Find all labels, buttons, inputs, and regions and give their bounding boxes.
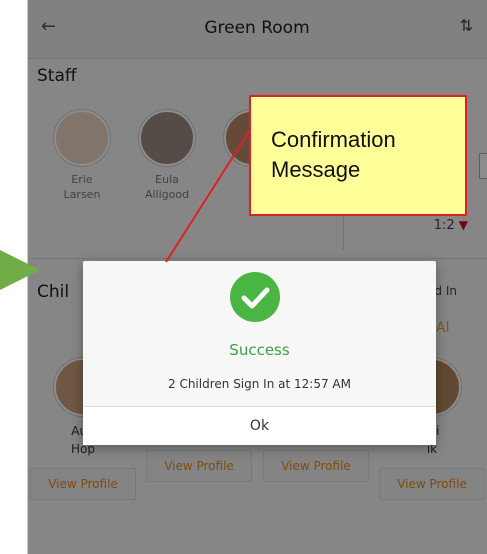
check-circle-icon [230,272,280,322]
callout-line-1: Confirmation [271,127,396,152]
app-screen: ← Green Room ⇅ Staff Erie Larsen Eula Alli… [27,0,487,554]
annotation-callout: Confirmation Message [249,95,467,216]
dialog-status: Success [229,341,290,359]
ok-button-label: Ok [249,418,270,434]
dialog-message: 2 Children Sign In at 12:57 AM [168,377,351,391]
callout-line-2: Message [271,157,361,182]
annotation-arrow [0,250,40,290]
success-dialog: Success 2 Children Sign In at 12:57 AM O… [83,261,436,445]
ok-button[interactable]: Ok [83,406,436,445]
